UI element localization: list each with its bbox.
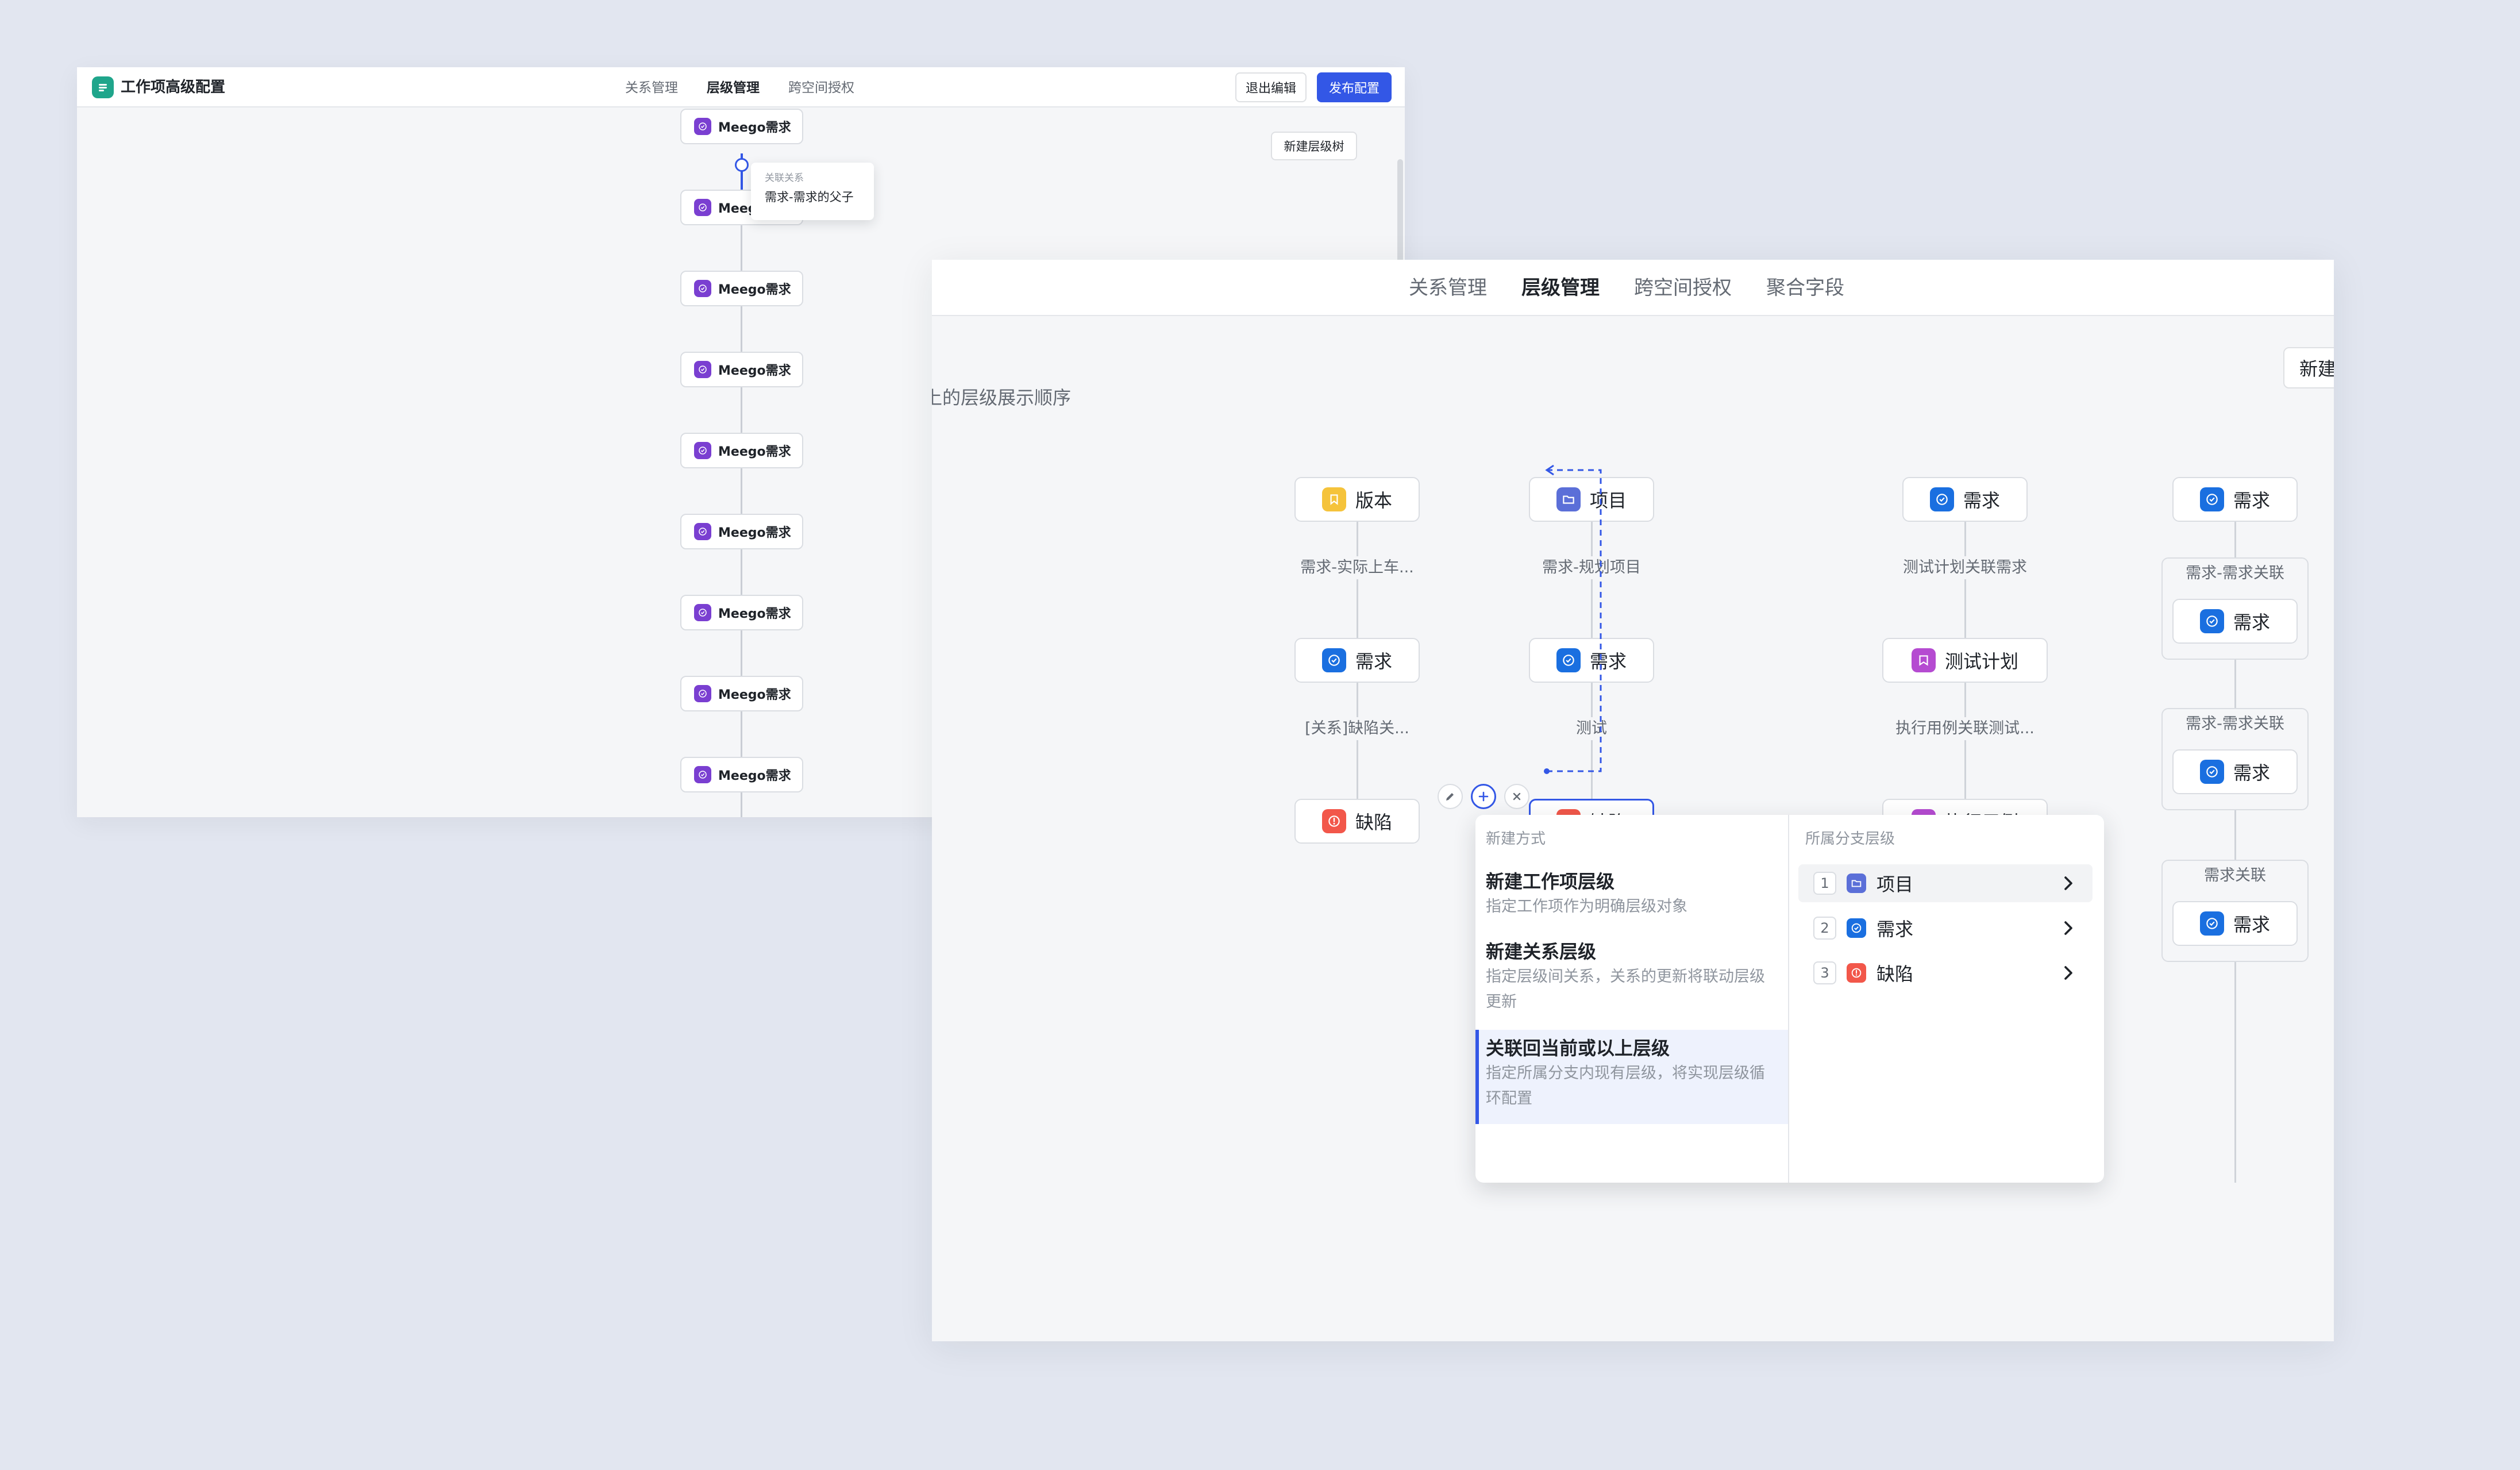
meego-story-icon xyxy=(694,523,711,540)
option-desc: 指定所属分支内现有层级，将实现层级循环配置 xyxy=(1486,1064,1765,1107)
back-hierarchy-node[interactable]: Meego需求 xyxy=(680,352,803,387)
back-tab-hierarchy[interactable]: 层级管理 xyxy=(707,79,760,97)
relation-tooltip-title: 关联关系 xyxy=(765,172,804,184)
chevron-right-icon xyxy=(2064,966,2072,980)
option-desc: 指定工作项作为明确层级对象 xyxy=(1486,898,1687,915)
back-hierarchy-node[interactable]: Meego需求 xyxy=(680,757,803,792)
branch-level-number: 2 xyxy=(1813,917,1836,940)
back-link-handle[interactable] xyxy=(735,158,749,172)
publish-config-button[interactable]: 发布配置 xyxy=(1317,72,1392,102)
new-hierarchy-tree-button[interactable]: 新建层级树 xyxy=(1271,132,1357,160)
add-level-popup: 新建方式 新建工作项层级 指定工作项作为明确层级对象 新建关系层级 指定层级间关… xyxy=(1475,815,2104,1183)
option-link-back-level[interactable]: 关联回当前或以上层级 指定所属分支内现有层级，将实现层级循环配置 xyxy=(1475,1030,1788,1124)
branch-level-row[interactable]: 1 项目 xyxy=(1798,864,2093,902)
branch-level-name: 缺陷 xyxy=(1876,963,1914,985)
option-title: 新建工作项层级 xyxy=(1486,871,1615,892)
option-title: 关联回当前或以上层级 xyxy=(1486,1037,1670,1059)
meego-story-icon xyxy=(694,118,711,135)
back-node-label: Meego需求 xyxy=(718,283,791,297)
add-icon[interactable] xyxy=(1471,784,1496,809)
chevron-right-icon xyxy=(2064,876,2072,890)
back-node-label: Meego需求 xyxy=(718,121,791,135)
node-toolbar xyxy=(1438,784,1529,811)
branch-levels-header: 所属分支层级 xyxy=(1805,830,1895,848)
branch-level-row[interactable]: 2 需求 xyxy=(1798,909,2093,947)
back-tab-bar: 关系管理 层级管理 跨空间授权 xyxy=(625,79,854,97)
back-node-label: Meego需求 xyxy=(718,607,791,621)
relation-tooltip-value: 需求-需求的父子 xyxy=(765,190,854,204)
front-window: 关系管理 层级管理 跨空间授权 聚合字段 新建 上的层级展示顺序 版本 需求 缺陷需… xyxy=(932,260,2334,1341)
popup-divider xyxy=(1788,815,1789,1183)
branch-level-number: 3 xyxy=(1813,961,1836,984)
branch-level-number: 1 xyxy=(1813,872,1836,895)
chevron-right-icon xyxy=(2064,921,2072,935)
back-node-label: Meego需求 xyxy=(718,445,791,459)
back-node-label: Meego需求 xyxy=(718,688,791,702)
defect-icon xyxy=(1847,963,1866,983)
back-tab-relations[interactable]: 关系管理 xyxy=(625,79,678,97)
option-desc: 指定层级间关系，关系的更新将联动层级更新 xyxy=(1486,968,1765,1011)
close-icon[interactable] xyxy=(1504,784,1529,809)
back-node-label: Meego需求 xyxy=(718,364,791,378)
back-hierarchy-node[interactable]: Meego需求 xyxy=(680,676,803,711)
option-title: 新建关系层级 xyxy=(1486,941,1597,963)
meego-story-icon xyxy=(694,361,711,378)
branch-level-name: 项目 xyxy=(1876,873,1914,895)
back-node-label: Meego需求 xyxy=(718,526,791,540)
back-page-title: 工作项高级配置 xyxy=(121,79,226,96)
meego-story-icon xyxy=(694,280,711,297)
branch-level-row[interactable]: 3 缺陷 xyxy=(1798,954,2093,992)
option-new-workitem-level[interactable]: 新建工作项层级 指定工作项作为明确层级对象 xyxy=(1475,863,1788,925)
meego-story-icon xyxy=(694,766,711,783)
app-logo-icon xyxy=(92,76,114,98)
back-top-bar: 工作项高级配置 关系管理 层级管理 跨空间授权 退出编辑 发布配置 xyxy=(77,67,1405,107)
branch-level-name: 需求 xyxy=(1876,918,1914,940)
meego-story-icon xyxy=(694,604,711,621)
edit-icon[interactable] xyxy=(1438,784,1463,809)
story-icon xyxy=(1847,918,1866,938)
project-icon xyxy=(1847,873,1866,893)
back-hierarchy-node[interactable]: Meego需求 xyxy=(680,433,803,468)
back-connector-line xyxy=(741,153,742,817)
back-hierarchy-node[interactable]: Meego需求 xyxy=(680,595,803,630)
meego-story-icon xyxy=(694,199,711,216)
option-new-relation-level[interactable]: 新建关系层级 指定层级间关系，关系的更新将联动层级更新 xyxy=(1475,933,1788,1021)
back-hierarchy-node[interactable]: Meego需求 xyxy=(680,514,803,549)
back-node-label: Meego需求 xyxy=(718,769,791,783)
back-hierarchy-node[interactable]: Meego需求 xyxy=(680,109,803,144)
relation-tooltip: 关联关系 需求-需求的父子 xyxy=(751,163,874,220)
back-hierarchy-node[interactable]: Meego需求 xyxy=(680,271,803,306)
exit-edit-button[interactable]: 退出编辑 xyxy=(1235,72,1307,102)
meego-story-icon xyxy=(694,442,711,459)
meego-story-icon xyxy=(694,685,711,702)
creation-method-header: 新建方式 xyxy=(1486,830,1546,848)
back-tab-cross-space[interactable]: 跨空间授权 xyxy=(788,79,854,97)
